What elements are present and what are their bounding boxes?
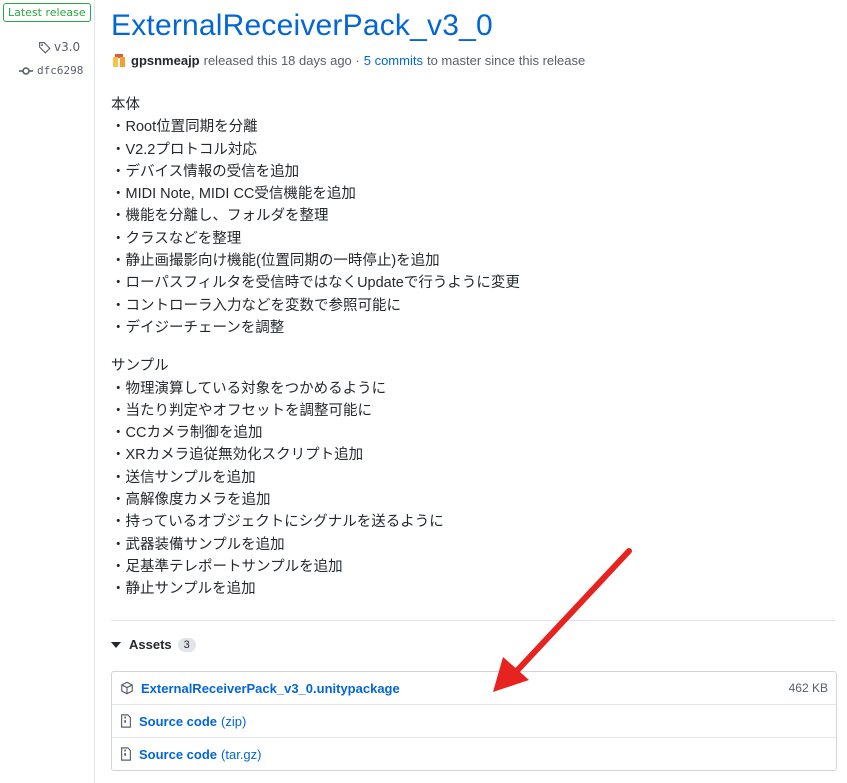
release-notes: 本体 ・Root位置同期を分離 ・V2.2プロトコル対応 ・デバイス情報の受信を… [111, 94, 520, 601]
caret-down-icon [111, 641, 121, 648]
asset-name-link[interactable]: Source code [139, 747, 217, 762]
list-item: ・持っているオブジェクトにシグナルを送るように [111, 514, 444, 531]
list-item: ・クラスなどを整理 [111, 230, 242, 247]
list-item: ・デイジーチェーンを調整 [111, 319, 285, 336]
notes-section-title: サンプル [111, 358, 169, 375]
author-link[interactable]: gpsnmeajp [131, 53, 200, 68]
tag-icon [38, 41, 51, 54]
asset-ext[interactable]: (zip) [221, 714, 246, 729]
file-zip-icon [120, 747, 132, 761]
released-text: released this 18 days ago · [203, 52, 360, 68]
tag-label: v3.0 [54, 40, 81, 54]
list-item: ・ローパスフィルタを受信時ではなくUpdateで行うように変更 [111, 275, 520, 292]
latest-release-badge: Latest release [3, 3, 91, 22]
notes-list-sample: ・物理演算している対象をつかめるように ・当たり判定やオフセットを調整可能に ・… [111, 378, 520, 601]
list-item: ・高解像度カメラを追加 [111, 492, 271, 509]
tag-link[interactable]: v3.0 [38, 40, 80, 54]
list-item: ・デバイス情報の受信を追加 [111, 163, 300, 180]
list-item: ・当たり判定やオフセットを調整可能に [111, 402, 372, 419]
asset-row[interactable]: Source code (tar.gz) [112, 737, 836, 770]
assets-list: ExternalReceiverPack_v3_0.unitypackage 4… [111, 671, 837, 771]
since-text: to master since this release [426, 52, 586, 68]
commits-link[interactable]: 5 commits [364, 53, 423, 68]
list-item: ・物理演算している対象をつかめるように [111, 380, 387, 397]
asset-size: 462 KB [788, 681, 828, 695]
release-sidebar: Latest release v3.0 dfc6298 [0, 0, 95, 783]
assets-count-badge: 3 [177, 637, 196, 652]
list-item: ・MIDI Note, MIDI CC受信機能を追加 [111, 186, 356, 203]
annotation-arrow [493, 548, 632, 692]
commit-link[interactable]: dfc6298 [19, 64, 83, 77]
list-item: ・武器装備サンプルを追加 [111, 536, 285, 553]
list-item: ・静止サンプルを追加 [111, 581, 256, 598]
package-icon [120, 681, 134, 695]
release-meta: gpsnmeajp released this 18 days ago · 5 … [111, 52, 585, 68]
assets-toggle[interactable]: Assets 3 [111, 637, 196, 652]
assets-heading: Assets [129, 637, 172, 652]
list-item: ・機能を分離し、フォルダを整理 [111, 208, 329, 225]
list-item: ・V2.2プロトコル対応 [111, 141, 257, 158]
list-item: ・コントローラ入力などを変数で参照可能に [111, 297, 401, 314]
list-item: ・CCカメラ制御を追加 [111, 425, 263, 442]
notes-list-main: ・Root位置同期を分離 ・V2.2プロトコル対応 ・デバイス情報の受信を追加 … [111, 116, 520, 339]
list-item: ・静止画撮影向け機能(位置同期の一時停止)を追加 [111, 253, 440, 270]
notes-section-title: 本体 [111, 97, 140, 113]
asset-row[interactable]: ExternalReceiverPack_v3_0.unitypackage 4… [112, 672, 836, 704]
file-zip-icon [120, 714, 132, 728]
asset-row[interactable]: Source code (zip) [112, 704, 836, 737]
list-item: ・Root位置同期を分離 [111, 119, 258, 136]
list-item: ・送信サンプルを追加 [111, 469, 256, 486]
avatar[interactable] [111, 52, 127, 68]
asset-ext[interactable]: (tar.gz) [221, 747, 261, 762]
list-item: ・XRカメラ追従無効化スクリプト追加 [111, 447, 364, 464]
asset-name-link[interactable]: ExternalReceiverPack_v3_0.unitypackage [141, 681, 400, 696]
commit-sha: dfc6298 [37, 64, 84, 77]
release-title[interactable]: ExternalReceiverPack_v3_0 [111, 6, 493, 46]
divider [111, 620, 836, 621]
asset-name-link[interactable]: Source code [139, 714, 217, 729]
list-item: ・足基準テレポートサンプルを追加 [111, 558, 343, 575]
commit-icon [19, 66, 33, 76]
